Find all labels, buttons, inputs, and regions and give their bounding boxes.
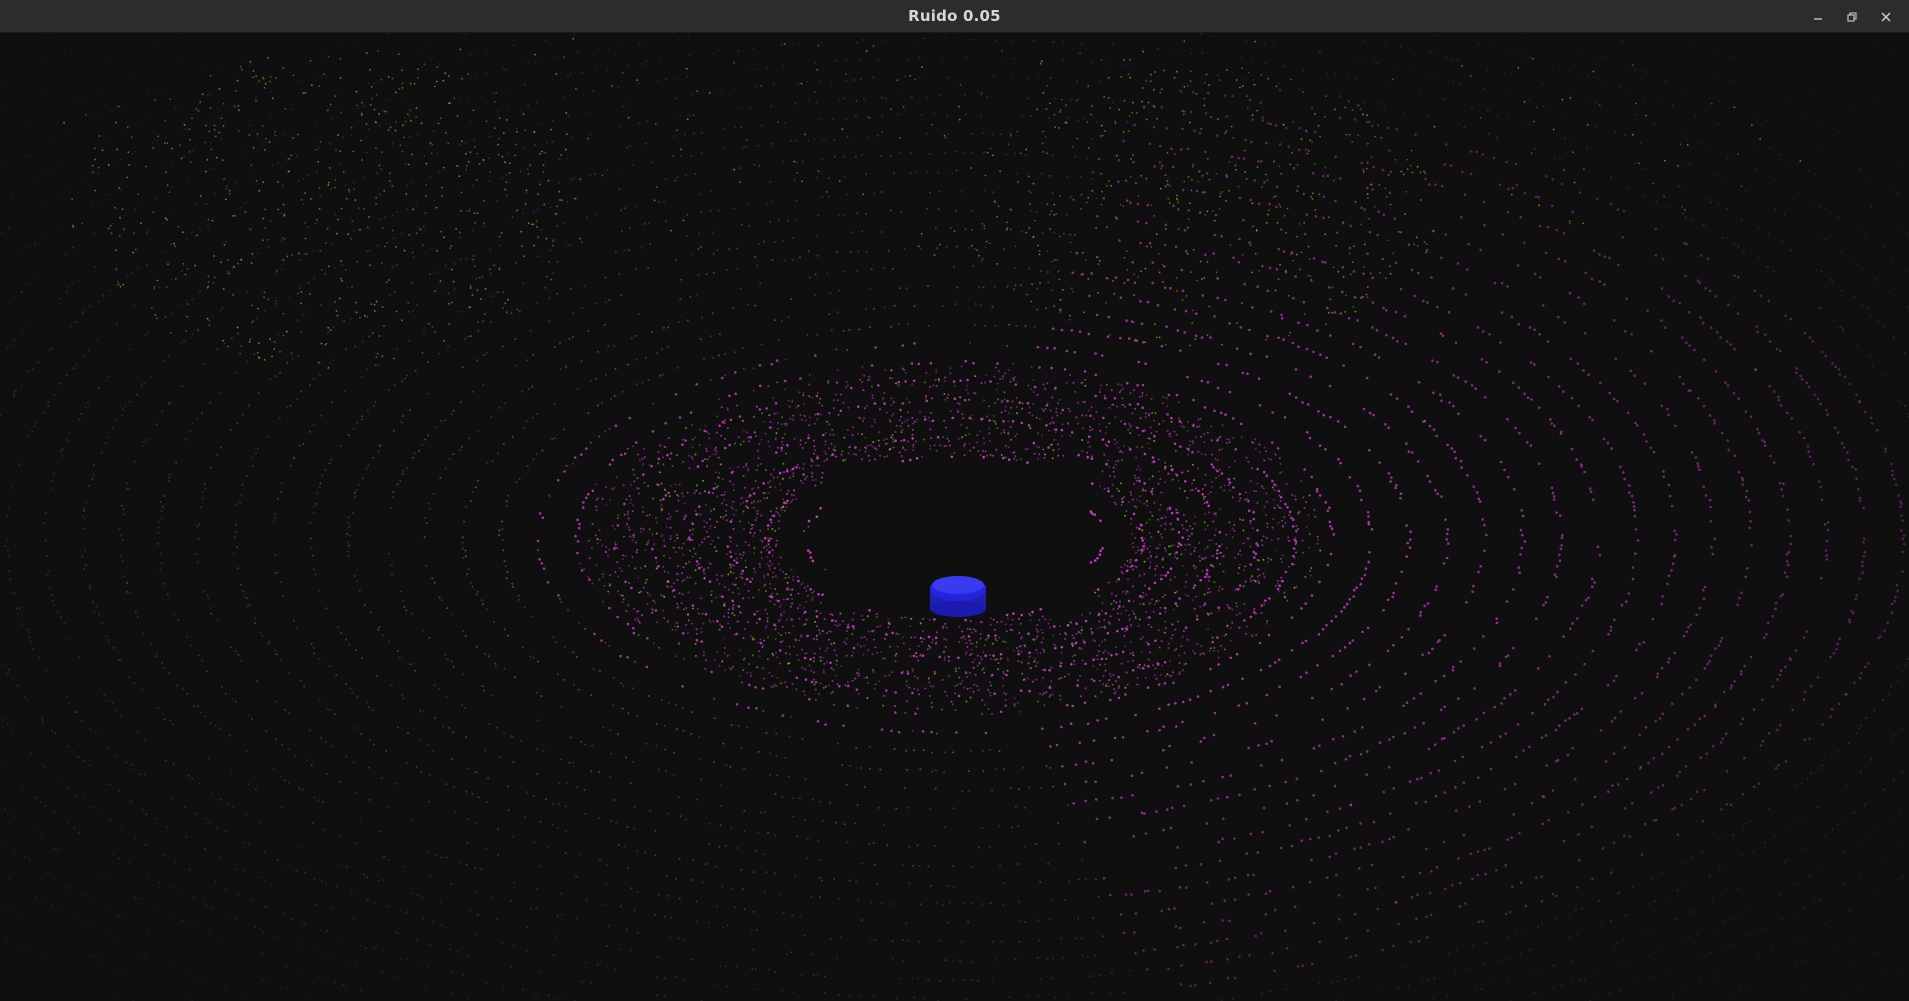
window-title: Ruido 0.05: [908, 7, 1001, 25]
minimize-button[interactable]: [1801, 0, 1835, 33]
ring-points: [0, 33, 1909, 1001]
restore-icon: [1846, 11, 1858, 23]
title-bar[interactable]: Ruido 0.05: [0, 0, 1909, 33]
close-button[interactable]: [1869, 0, 1903, 33]
close-icon: [1880, 11, 1892, 23]
window-controls: [1801, 0, 1903, 33]
noise-points: [63, 38, 1802, 369]
application-window: Ruido 0.05: [0, 0, 1909, 1001]
point-cloud-canvas[interactable]: [0, 33, 1909, 1001]
minimize-icon: [1812, 11, 1824, 23]
restore-button[interactable]: [1835, 0, 1869, 33]
sensor-object: [930, 576, 986, 617]
point-cloud-viewport[interactable]: [0, 33, 1909, 1001]
